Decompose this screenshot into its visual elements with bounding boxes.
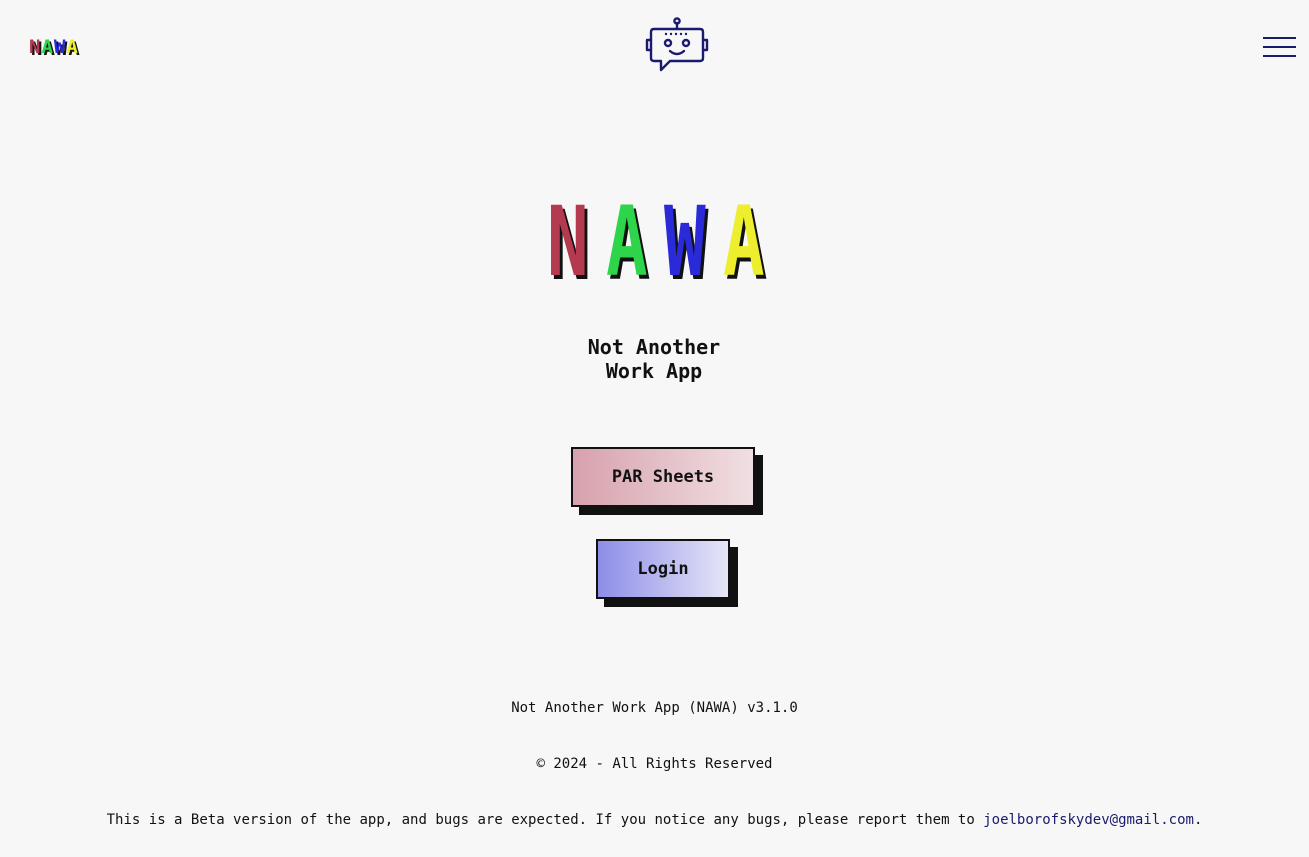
par-sheets-button[interactable]: PAR Sheets: [571, 447, 755, 507]
small-logo-letter-w: W: [53, 36, 66, 58]
version-text: Not Another Work App (NAWA) v3.1.0: [511, 700, 798, 716]
beta-notice: This is a Beta version of the app, and b…: [0, 811, 1309, 829]
menu-bar-middle: [1263, 46, 1296, 48]
header: N A W A: [0, 0, 1309, 95]
contact-email-link[interactable]: joelborofskydev@gmail.com: [983, 812, 1194, 828]
small-logo-letter-a2: A: [66, 36, 78, 58]
tagline-line-2: Work App: [605, 359, 703, 383]
tagline-line-1: Not Another: [587, 335, 721, 359]
menu-bar-bottom: [1263, 55, 1296, 57]
beta-notice-text: This is a Beta version of the app, and b…: [106, 812, 984, 828]
nawa-hero-logo: N A W A: [547, 186, 779, 298]
page: N A W A N A W A Not Another Work App PAR…: [0, 0, 1309, 857]
small-logo-letter-n: N: [29, 36, 41, 58]
app-tagline: Not Another Work App: [454, 335, 854, 383]
menu-bar-top: [1263, 37, 1296, 39]
nawa-small-logo[interactable]: N A W A: [29, 37, 78, 57]
copyright-text: © 2024 - All Rights Reserved: [536, 756, 773, 772]
hero-logo-letter-a2: A: [722, 186, 765, 298]
login-button[interactable]: Login: [596, 539, 730, 599]
hero-logo-letter-n: N: [547, 186, 589, 298]
small-logo-letter-a: A: [41, 36, 53, 58]
hero-logo-letter-w: W: [664, 186, 706, 298]
beta-notice-end: .: [1193, 812, 1203, 828]
robot-chat-icon: [645, 17, 709, 72]
hamburger-menu-icon[interactable]: [1263, 36, 1297, 58]
hero-logo-letter-a: A: [605, 186, 648, 298]
